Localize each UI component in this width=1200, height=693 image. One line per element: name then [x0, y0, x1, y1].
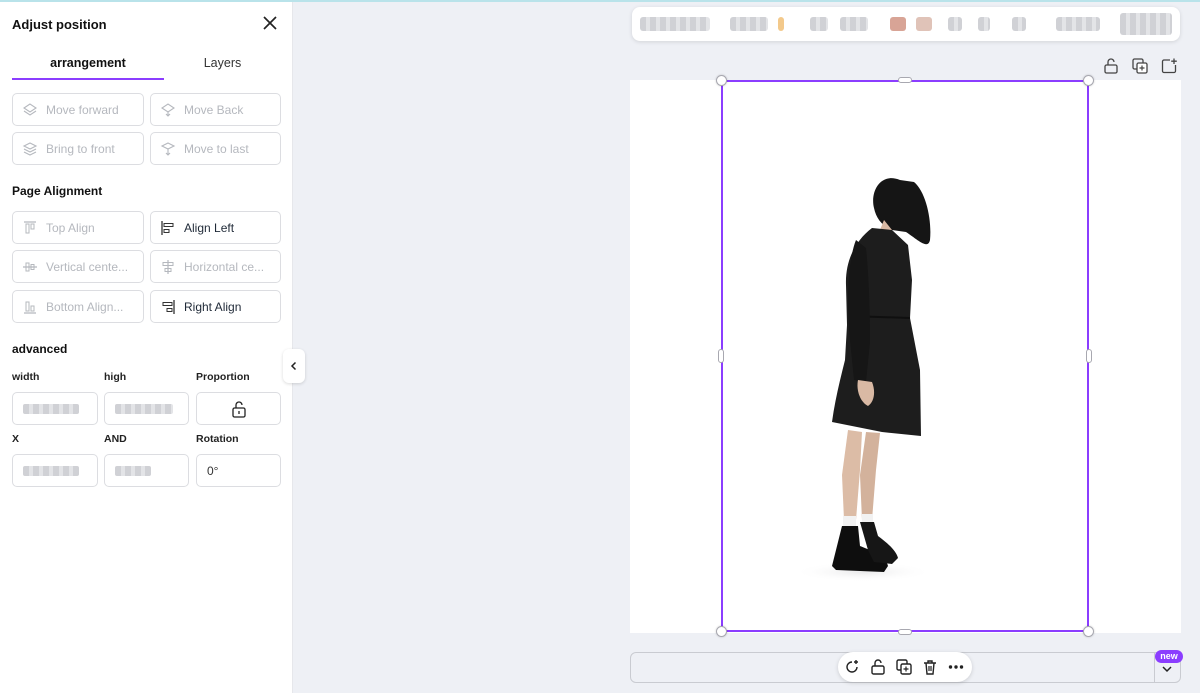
rotate-icon[interactable] [843, 658, 861, 676]
toolbar-item-redacted[interactable] [640, 17, 710, 31]
resize-handle-top[interactable] [898, 77, 912, 83]
lock-page-icon[interactable] [1102, 57, 1120, 75]
resize-handle-top-left[interactable] [716, 75, 727, 86]
toolbar-item-redacted[interactable] [978, 17, 990, 31]
width-input[interactable] [12, 392, 98, 425]
proportion-label: Proportion [196, 371, 250, 383]
x-label: X [12, 433, 20, 445]
move-last-icon [160, 141, 176, 157]
height-label: high [104, 371, 127, 383]
toolbar-item-redacted[interactable] [778, 17, 784, 31]
x-input[interactable] [12, 454, 98, 487]
width-label: width [12, 371, 40, 383]
rotation-input[interactable]: 0° [196, 454, 281, 487]
lock-icon [231, 400, 246, 418]
element-quick-actions [838, 652, 972, 682]
proportion-lock-button[interactable] [196, 392, 281, 425]
top-align-button[interactable]: Top Align [12, 211, 144, 244]
resize-handle-bottom-right[interactable] [1083, 626, 1094, 637]
resize-handle-bottom-left[interactable] [716, 626, 727, 637]
toolbar-item-redacted[interactable] [810, 17, 828, 31]
collapse-panel-button[interactable] [283, 349, 305, 383]
resize-handle-right[interactable] [1086, 349, 1092, 363]
move-back-button[interactable]: Move Back [150, 93, 281, 126]
y-label: AND [104, 433, 127, 445]
resize-handle-left[interactable] [718, 349, 724, 363]
panel-tabs: arrangement Layers [12, 48, 281, 80]
height-value-redacted [115, 403, 173, 414]
toolbar-item-redacted[interactable] [1120, 13, 1172, 35]
move-forward-icon [22, 102, 38, 118]
bottom-align-label: Bottom Align... [46, 299, 124, 314]
top-align-icon [22, 220, 38, 236]
bring-front-icon [22, 141, 38, 157]
align-left-button[interactable]: Align Left [150, 211, 281, 244]
rotation-value: 0° [207, 463, 219, 478]
align-left-icon [160, 220, 176, 236]
editor-toolbar [632, 7, 1180, 41]
bottom-align-button[interactable]: Bottom Align... [12, 290, 144, 323]
add-page-icon[interactable] [1160, 57, 1178, 75]
more-icon[interactable] [947, 658, 965, 676]
resize-handle-top-right[interactable] [1083, 75, 1094, 86]
align-left-label: Align Left [184, 220, 235, 235]
y-value-redacted [115, 465, 151, 476]
bring-to-front-button[interactable]: Bring to front [12, 132, 144, 165]
vertical-center-label: Vertical cente... [46, 259, 129, 274]
x-value-redacted [23, 465, 79, 476]
chevron-left-icon [290, 361, 297, 371]
move-to-last-label: Move to last [184, 141, 249, 156]
toolbar-item-redacted[interactable] [840, 17, 868, 31]
move-to-last-button[interactable]: Move to last [150, 132, 281, 165]
trash-icon[interactable] [921, 658, 939, 676]
horizontal-center-label: Horizontal ce... [184, 259, 265, 274]
toolbar-item-redacted[interactable] [890, 17, 906, 31]
move-forward-button[interactable]: Move forward [12, 93, 144, 126]
page-alignment-heading: Page Alignment [12, 184, 103, 198]
bring-to-front-label: Bring to front [46, 141, 115, 156]
tab-layers[interactable]: Layers [164, 48, 281, 80]
top-align-label: Top Align [46, 220, 95, 235]
panel-title: Adjust position [12, 17, 107, 32]
copy-icon[interactable] [1131, 57, 1149, 75]
right-align-icon [160, 299, 176, 315]
chevron-down-icon[interactable] [1159, 662, 1175, 676]
vertical-center-icon [22, 259, 38, 275]
toolbar-item-redacted[interactable] [730, 17, 768, 31]
lock-icon[interactable] [869, 658, 887, 676]
rotation-label: Rotation [196, 433, 239, 445]
move-back-icon [160, 102, 176, 118]
tab-arrangement[interactable]: arrangement [12, 48, 164, 80]
horizontal-center-icon [160, 259, 176, 275]
advanced-heading: advanced [12, 342, 68, 356]
right-align-label: Right Align [184, 299, 242, 314]
close-icon[interactable] [261, 14, 279, 32]
selection-frame[interactable] [721, 80, 1089, 632]
duplicate-icon[interactable] [895, 658, 913, 676]
toolbar-item-redacted[interactable] [948, 17, 962, 31]
bottom-align-icon [22, 299, 38, 315]
move-back-label: Move Back [184, 102, 244, 117]
resize-handle-bottom[interactable] [898, 629, 912, 635]
toolbar-item-redacted[interactable] [916, 17, 932, 31]
horizontal-center-button[interactable]: Horizontal ce... [150, 250, 281, 283]
toolbar-item-redacted[interactable] [1056, 17, 1100, 31]
move-forward-label: Move forward [46, 102, 119, 117]
right-align-button[interactable]: Right Align [150, 290, 281, 323]
vertical-center-button[interactable]: Vertical cente... [12, 250, 144, 283]
width-value-redacted [23, 403, 79, 414]
y-input[interactable] [104, 454, 189, 487]
height-input[interactable] [104, 392, 189, 425]
toolbar-item-redacted[interactable] [1012, 17, 1026, 31]
